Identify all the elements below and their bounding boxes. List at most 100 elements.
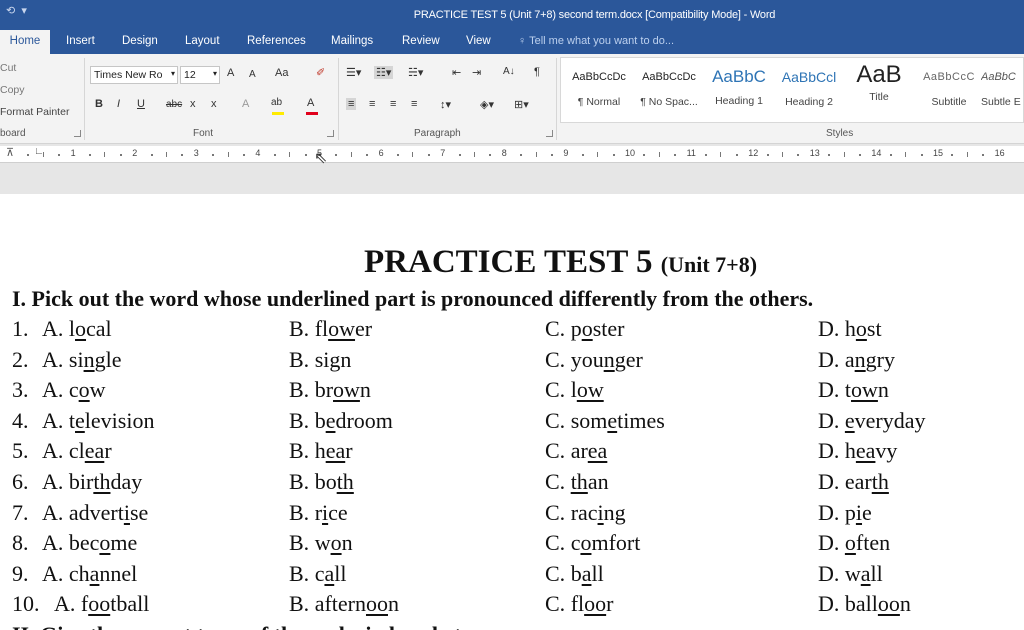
shading-icon[interactable]: ◈▾ [480, 98, 494, 111]
tab-view[interactable]: View [466, 35, 491, 47]
word-part: w [314, 530, 331, 556]
word-part: rac [570, 499, 598, 525]
show-marks-icon[interactable]: ¶ [534, 66, 540, 78]
style-name: ¶ Normal [577, 96, 621, 108]
shrink-font-button[interactable]: A [249, 69, 256, 80]
option-letter: A. [42, 346, 64, 372]
option-letter: D. [818, 316, 840, 341]
tell-me-box[interactable]: ♀ Tell me what you want to do... [518, 35, 674, 47]
justify-icon[interactable]: ≡ [411, 98, 417, 110]
word-part: bo [314, 469, 337, 494]
subscript-button[interactable]: x [190, 98, 196, 110]
align-left-icon[interactable]: ≡ [346, 98, 357, 110]
question-number: 3. [12, 377, 29, 403]
bold-button[interactable]: B [95, 98, 103, 110]
format-painter-button[interactable]: Format Painter [0, 106, 69, 118]
underlined-part: ow [328, 316, 356, 341]
align-center-icon[interactable]: ≡ [369, 98, 375, 110]
ruler-number: 7 [440, 148, 446, 158]
clear-formatting-icon[interactable]: ✐ [316, 66, 325, 79]
underlined-part: n [603, 346, 615, 372]
document-title: PRACTICE TEST 5 (Unit 7+8) [364, 244, 757, 281]
question-row: 10. A. football B. afternoon C. floor D. bal… [0, 591, 1024, 621]
option-letter: C. [545, 591, 566, 617]
text-effects-button[interactable]: A [242, 98, 249, 110]
italic-button[interactable]: I [117, 98, 120, 110]
underline-button[interactable]: U [137, 98, 145, 110]
underlined-part: o [99, 530, 111, 556]
style-subtle-emphasis[interactable]: AaBbC Subtle E [981, 58, 1024, 122]
tab-design[interactable]: Design [122, 35, 158, 47]
underlined-part: oo [365, 591, 388, 617]
option-letter: A. [42, 560, 64, 586]
align-right-icon[interactable]: ≡ [390, 98, 396, 110]
copy-button[interactable]: Copy [0, 84, 25, 96]
tab-home[interactable]: Home [0, 30, 50, 54]
underlined-part: a [324, 560, 335, 586]
highlight-button[interactable]: ab [271, 97, 282, 108]
style-normal[interactable]: AaBbCcDc ¶ Normal [564, 58, 634, 122]
tab-review[interactable]: Review [402, 35, 440, 47]
borders-icon[interactable]: ⊞▾ [514, 98, 529, 111]
strikethrough-button[interactable]: abc [166, 99, 182, 110]
word-part: n [340, 346, 352, 372]
indent-marker-icon[interactable]: ⊼ [6, 146, 14, 159]
style-heading-1[interactable]: AaBbC Heading 1 [704, 58, 774, 122]
option-d: D. everyday [818, 408, 926, 434]
tab-references[interactable]: References [247, 35, 306, 47]
chevron-down-icon[interactable]: ▾ [171, 69, 175, 78]
word-part: ll [870, 560, 883, 586]
word-part: st [866, 316, 882, 341]
style-preview: AaBbCcC [923, 71, 975, 83]
tab-insert[interactable]: Insert [66, 35, 95, 47]
font-name-box[interactable]: Times New Ro ▾ [90, 66, 178, 84]
underlined-part: o [855, 316, 867, 341]
document-page[interactable]: PRACTICE TEST 5 (Unit 7+8) I. Pick out t… [0, 194, 1024, 630]
horizontal-ruler[interactable]: ⊼ ∟ 1 2 3 4 5 6 7 8 9 10 11 12 13 14 15 16 [0, 146, 1024, 163]
increase-indent-icon[interactable]: ⇥ [472, 66, 481, 79]
font-size-box[interactable]: 12 ▾ [180, 66, 220, 84]
tab-layout[interactable]: Layout [185, 35, 220, 47]
paragraph-group-label: Paragraph [414, 128, 461, 139]
ruler-area: ⊼ ∟ 1 2 3 4 5 6 7 8 9 10 11 12 13 14 15 16 [0, 144, 1024, 194]
ruler-tick [458, 154, 461, 156]
word-part: n [387, 591, 399, 617]
change-case-button[interactable]: Aa [275, 67, 288, 79]
underlined-part: e [844, 407, 855, 433]
word-part: se [129, 499, 149, 525]
option-letter: B. [289, 438, 310, 464]
decrease-indent-icon[interactable]: ⇤ [452, 66, 461, 79]
style-subtitle[interactable]: AaBbCcC Subtitle [914, 58, 984, 122]
bullets-icon[interactable]: ☰▾ [346, 66, 361, 79]
question-number: 2. [12, 346, 29, 372]
clipboard-launcher-icon[interactable] [74, 130, 81, 137]
option-c: C. floor [545, 591, 613, 617]
line-spacing-icon[interactable]: ↕▾ [440, 98, 451, 111]
numbering-icon[interactable]: ☷▾ [374, 66, 394, 79]
style-name: ¶ No Spac... [640, 96, 698, 108]
cut-button[interactable]: Cut [0, 62, 16, 74]
ruler-tick [658, 152, 660, 157]
style-title[interactable]: AaB Title [844, 58, 914, 122]
font-color-button[interactable]: A [307, 97, 314, 109]
underlined-part: e [75, 407, 85, 433]
underlined-part: o [844, 530, 856, 556]
style-heading-2[interactable]: AaBbCcl Heading 2 [774, 58, 844, 122]
font-launcher-icon[interactable] [327, 130, 334, 137]
tab-mailings[interactable]: Mailings [331, 35, 373, 47]
word-part: ger [614, 346, 643, 372]
sort-icon[interactable]: A↓ [503, 66, 515, 77]
style-no-spacing[interactable]: AaBbCcDc ¶ No Spac... [634, 58, 704, 122]
paragraph-launcher-icon[interactable] [546, 130, 553, 137]
ruler-tick [166, 152, 167, 157]
grow-font-button[interactable]: A [227, 67, 234, 79]
ruler-tick [782, 152, 783, 157]
word-part: day [110, 469, 143, 494]
ruler-number: 16 [994, 148, 1005, 158]
superscript-button[interactable]: x [211, 98, 217, 110]
next-section-heading: II. Give the correct tense of the verbs … [12, 622, 475, 630]
multilevel-list-icon[interactable]: ☵▾ [408, 66, 423, 79]
underlined-part: a [89, 560, 100, 586]
chevron-down-icon[interactable]: ▾ [213, 69, 217, 78]
ruler-tick [828, 154, 831, 156]
